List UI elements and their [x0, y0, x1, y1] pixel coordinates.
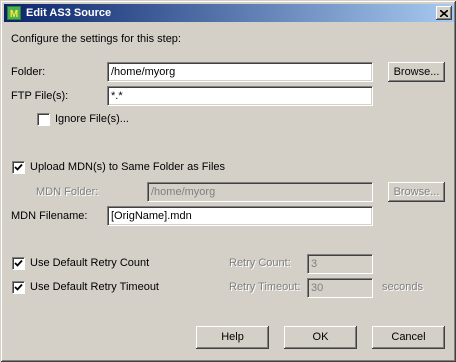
mdn-filename-label: MDN Filename:	[11, 210, 88, 222]
mdn-folder-browse-button[interactable]: Browse...	[388, 182, 445, 202]
retry-timeout-label: Retry Timeout:	[229, 281, 301, 293]
checkmark-icon	[14, 163, 23, 171]
upload-mdn-label[interactable]: Upload MDN(s) to Same Folder as Files	[30, 161, 225, 173]
retry-timeout-unit: seconds	[382, 281, 423, 293]
cancel-button[interactable]: Cancel	[372, 326, 445, 349]
close-button[interactable]	[436, 6, 452, 20]
svg-text:M: M	[10, 9, 18, 20]
checkmark-icon	[14, 283, 23, 291]
title-bar[interactable]: M Edit AS3 Source	[4, 4, 454, 22]
default-retry-timeout-label[interactable]: Use Default Retry Timeout	[30, 281, 159, 293]
close-icon	[440, 9, 448, 17]
mdn-filename-input[interactable]: [OrigName].mdn	[107, 206, 373, 226]
retry-count-label: Retry Count:	[229, 257, 291, 269]
checkmark-icon	[14, 259, 23, 267]
app-icon: M	[6, 5, 22, 21]
ok-button[interactable]: OK	[284, 326, 357, 349]
folder-label: Folder:	[11, 66, 46, 78]
mdn-folder-label: MDN Folder:	[36, 186, 99, 198]
retry-timeout-input[interactable]: 30	[307, 278, 373, 298]
upload-mdn-checkbox[interactable]	[12, 161, 25, 174]
default-retry-count-label[interactable]: Use Default Retry Count	[30, 257, 149, 269]
folder-input[interactable]: /home/myorg	[107, 62, 373, 82]
ignore-files-checkbox[interactable]	[37, 113, 50, 126]
mdn-folder-input[interactable]: /home/myorg	[147, 182, 373, 202]
default-retry-count-checkbox[interactable]	[12, 257, 25, 270]
retry-count-input[interactable]: 3	[307, 254, 373, 274]
edit-as3-source-dialog: M Edit AS3 Source Configure the settings…	[0, 0, 456, 362]
help-button[interactable]: Help	[196, 326, 269, 349]
window-title: Edit AS3 Source	[26, 7, 112, 19]
folder-browse-button[interactable]: Browse...	[388, 62, 445, 82]
ignore-files-label[interactable]: Ignore File(s)...	[55, 113, 129, 125]
intro-text: Configure the settings for this step:	[11, 33, 181, 45]
ftp-files-input[interactable]: *.*	[107, 86, 373, 106]
ftp-files-label: FTP File(s):	[11, 90, 69, 102]
default-retry-timeout-checkbox[interactable]	[12, 281, 25, 294]
